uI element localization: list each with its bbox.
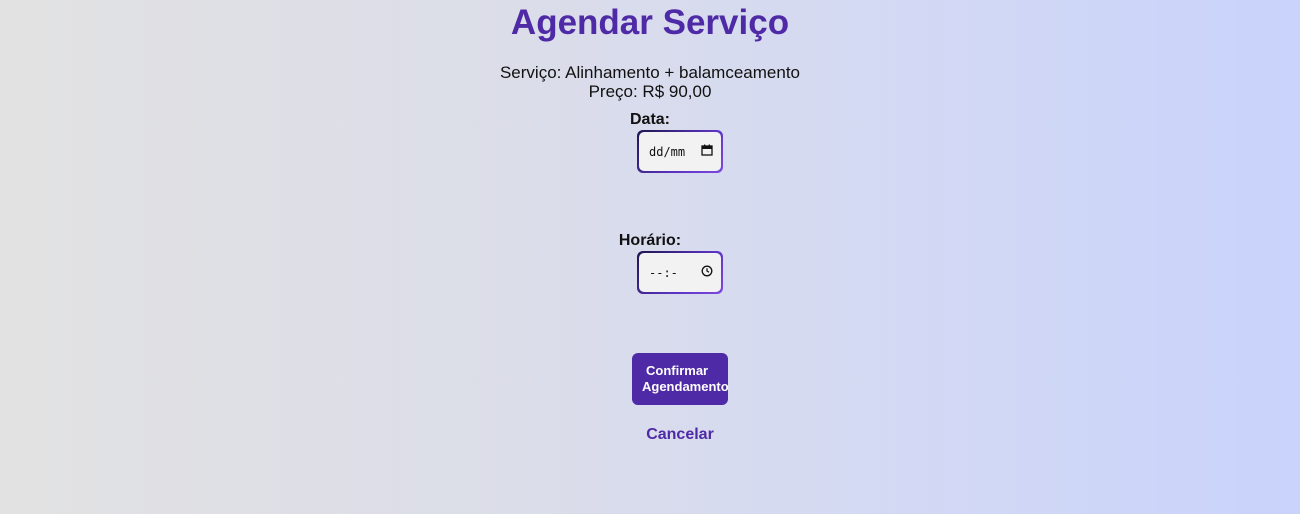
time-input-value: --:-	[649, 265, 678, 280]
price-info: Preço: R$ 90,00	[588, 82, 712, 101]
confirm-button-line2: Agendamento	[642, 379, 729, 394]
time-label: Horário:	[618, 232, 682, 249]
date-label: Data:	[629, 111, 670, 128]
confirm-button[interactable]: Confirmar Agendamento	[632, 353, 729, 405]
confirm-button-line1: Confirmar	[646, 363, 709, 378]
clock-icon[interactable]	[701, 265, 713, 280]
service-info: Serviço: Alinhamento + balamceamento	[499, 63, 801, 82]
cancel-link[interactable]: Cancelar	[630, 425, 730, 444]
scheduling-page: Agendar Serviço Serviço: Alinhamento + b…	[0, 0, 1300, 514]
time-input-inner[interactable]: --:-	[639, 253, 721, 292]
time-input[interactable]: --:-	[637, 251, 723, 294]
page-title: Agendar Serviço	[510, 3, 790, 42]
date-input-value: dd/mm	[649, 144, 686, 159]
calendar-icon[interactable]	[701, 144, 713, 159]
date-input-inner[interactable]: dd/mm	[639, 132, 721, 171]
date-input[interactable]: dd/mm	[637, 130, 723, 173]
